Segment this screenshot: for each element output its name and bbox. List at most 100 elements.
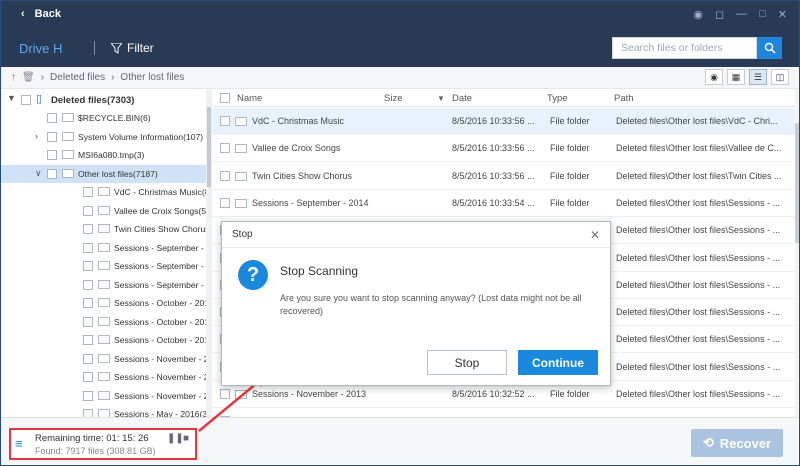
tree-item[interactable]: Twin Cities Show Chorus(6) xyxy=(1,220,212,238)
list-view-button[interactable]: ☰ xyxy=(749,69,767,85)
detail-view-button[interactable]: ◫ xyxy=(771,69,789,85)
tree-item[interactable]: Sessions - September - 2014(4 xyxy=(1,239,212,257)
restore-icon[interactable]: ◻ xyxy=(715,8,724,21)
expand-icon[interactable]: › xyxy=(35,131,38,141)
close-icon[interactable]: ✕ xyxy=(590,228,600,242)
select-all-checkbox[interactable] xyxy=(220,93,230,103)
checkbox[interactable] xyxy=(47,150,57,160)
pause-icon[interactable]: ❚❚ xyxy=(167,433,184,444)
checkbox[interactable] xyxy=(83,298,93,308)
tree-item[interactable]: Sessions - October - 2014(37) xyxy=(1,294,212,312)
sort-down-icon[interactable]: ▼ xyxy=(437,94,445,103)
maximize-icon[interactable]: □ xyxy=(759,8,766,21)
checkbox[interactable] xyxy=(21,95,31,105)
tree-item[interactable]: › System Volume Information(107) xyxy=(1,128,211,146)
scroll-thumb[interactable] xyxy=(207,107,211,187)
tree-item[interactable]: $RECYCLE.BIN(6) xyxy=(1,109,211,127)
eye-icon: ◉ xyxy=(710,71,718,82)
tree-item[interactable]: Vallee de Croix Songs(5) xyxy=(1,202,211,220)
breadcrumb-item[interactable]: Other lost files xyxy=(120,72,184,83)
checkbox[interactable] xyxy=(83,335,93,345)
tree-item-label: Deleted files(7303) xyxy=(51,95,135,106)
folder-tree: ▼ ▯ Deleted files(7303) $RECYCLE.BIN(6) ›… xyxy=(1,89,212,417)
search-button[interactable] xyxy=(757,37,782,59)
up-arrow-icon[interactable]: ↑ xyxy=(11,72,16,83)
table-row[interactable]: Sessions - September - 2014 8/5/2016 10:3… xyxy=(212,190,799,217)
table-row[interactable]: Sessions - November - 20128/5/2016 10:33… xyxy=(212,408,799,417)
checkbox[interactable] xyxy=(83,353,93,364)
cell-path: Deleted files\Other lost files\Sessions … xyxy=(616,334,781,345)
checkbox[interactable] xyxy=(83,242,93,253)
collapse-icon[interactable]: ∨ xyxy=(35,168,42,179)
tree-root[interactable]: ▼ ▯ Deleted files(7303) xyxy=(1,91,211,109)
cell-path: Deleted files\Other lost files\Sessions … xyxy=(616,361,781,372)
checkbox[interactable] xyxy=(47,113,57,123)
back-label: Back xyxy=(34,8,61,20)
table-row[interactable]: Vallee de Croix Songs 8/5/2016 10:33:56 .… xyxy=(212,135,799,163)
search-input[interactable]: Search files or folders xyxy=(612,37,757,59)
cell-path: Deleted files\Other lost files\Twin Citi… xyxy=(616,170,782,181)
scroll-thumb[interactable] xyxy=(795,123,799,243)
column-header-date[interactable]: Date xyxy=(452,93,472,104)
tree-item[interactable]: ∨ Other lost files(7187) xyxy=(1,164,211,183)
question-icon: ? xyxy=(238,260,268,290)
checkbox[interactable] xyxy=(47,131,57,142)
tree-item[interactable]: Sessions - November - 2012(3 xyxy=(1,387,212,405)
checkbox[interactable] xyxy=(220,143,230,154)
drive-tab[interactable]: Drive H xyxy=(19,41,62,56)
checkbox[interactable] xyxy=(83,390,93,401)
checkbox[interactable] xyxy=(83,409,93,417)
cell-type: File folder xyxy=(550,197,590,208)
checkbox[interactable] xyxy=(220,197,230,208)
list-scrollbar[interactable] xyxy=(795,89,799,417)
checkbox[interactable] xyxy=(220,389,230,399)
tree-item[interactable]: Sessions - May - 2016(31) xyxy=(1,405,212,417)
column-header-name[interactable]: Name xyxy=(237,93,262,104)
cell-path: Deleted files\Other lost files\Sessions … xyxy=(616,252,781,263)
column-header-type[interactable]: Type xyxy=(547,93,568,104)
tree-item-label: Vallee de Croix Songs(5) xyxy=(114,205,209,216)
column-header-size[interactable]: Size xyxy=(384,93,402,104)
tree-item-label: Sessions - October - 2012(39) xyxy=(114,335,212,345)
stop-button[interactable]: Stop xyxy=(427,350,507,375)
tree-item[interactable]: Sessions - September - 2012(4 xyxy=(1,276,212,294)
table-row[interactable]: VdC - Christmas Music 8/5/2016 10:33:56 .… xyxy=(212,108,799,135)
checkbox[interactable] xyxy=(83,316,93,327)
filter-button[interactable]: Filter xyxy=(111,41,154,55)
settings-icon[interactable]: ◉ xyxy=(693,8,703,21)
cell-date: 8/5/2016 10:33:56 ... xyxy=(452,170,535,181)
list-icon: ☰ xyxy=(753,71,763,82)
tree-item[interactable]: Sessions - November - 2013(5 xyxy=(1,368,212,386)
cell-type: File folder xyxy=(550,116,590,126)
tree-item[interactable]: Sessions - October - 2013(39) xyxy=(1,313,212,331)
expand-icon[interactable]: ▼ xyxy=(7,93,16,103)
panel-icon: ◫ xyxy=(775,71,785,82)
checkbox[interactable] xyxy=(220,116,230,126)
checkbox[interactable] xyxy=(47,168,57,179)
continue-button[interactable]: Continue xyxy=(518,350,598,375)
tree-item[interactable]: Sessions - September - 2013(5 xyxy=(1,257,212,275)
recover-button[interactable]: ⟲ Recover xyxy=(691,429,783,457)
back-button[interactable]: ‹ Back xyxy=(21,8,61,20)
tree-item[interactable]: Sessions - October - 2012(39) xyxy=(1,331,212,349)
checkbox[interactable] xyxy=(83,261,93,271)
close-icon[interactable]: ✕ xyxy=(778,8,787,21)
checkbox[interactable] xyxy=(83,205,93,216)
preview-button[interactable]: ◉ xyxy=(705,69,723,85)
tree-item[interactable]: MSI6a080.tmp(3) xyxy=(1,146,211,164)
checkbox[interactable] xyxy=(220,170,230,181)
checkbox[interactable] xyxy=(83,372,93,382)
stop-icon[interactable]: ■ xyxy=(183,433,189,444)
cell-path: Deleted files\Other lost files\Sessions … xyxy=(616,225,781,236)
checkbox[interactable] xyxy=(83,279,93,290)
tree-item[interactable]: Sessions - November - 2014(2 xyxy=(1,350,212,368)
minimize-icon[interactable]: — xyxy=(736,8,747,21)
folder-icon xyxy=(62,168,74,178)
tree-item[interactable]: VdC - Christmas Music(8) xyxy=(1,183,212,201)
breadcrumb-item[interactable]: Deleted files xyxy=(50,72,105,83)
column-header-path[interactable]: Path xyxy=(614,93,634,104)
checkbox[interactable] xyxy=(83,187,93,197)
checkbox[interactable] xyxy=(83,224,93,234)
grid-view-button[interactable]: ▦ xyxy=(727,69,745,85)
table-row[interactable]: Twin Cities Show Chorus 8/5/2016 10:33:56… xyxy=(212,163,799,190)
